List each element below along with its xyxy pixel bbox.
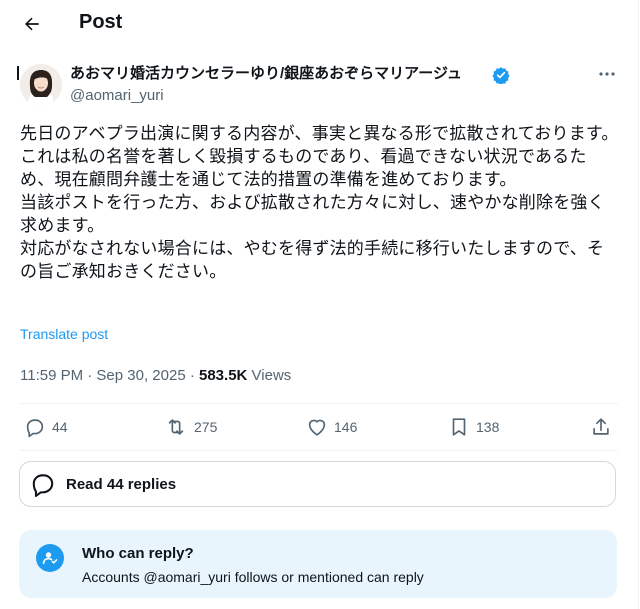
page-title: Post bbox=[79, 11, 123, 33]
who-can-reply-description: Accounts @aomari_yuri follows or mention… bbox=[82, 569, 424, 585]
more-options-button[interactable] bbox=[592, 64, 622, 84]
heart-icon bbox=[308, 419, 326, 436]
share-button[interactable] bbox=[590, 414, 618, 440]
verified-badge-icon bbox=[492, 67, 510, 84]
translate-post-link[interactable]: Translate post bbox=[20, 326, 108, 342]
repost-count: 275 bbox=[194, 419, 218, 435]
repost-icon bbox=[168, 419, 184, 435]
post-metadata: 11:59 PM · Sep 30, 2025 · 583.5K Views bbox=[20, 366, 291, 386]
who-can-reply-title: Who can reply? bbox=[82, 545, 194, 562]
post-timestamp[interactable]: 11:59 PM · Sep 30, 2025 · bbox=[20, 367, 199, 384]
divider bbox=[20, 450, 618, 451]
reply-bubble-icon bbox=[32, 474, 54, 497]
share-icon bbox=[593, 418, 609, 435]
author-display-name[interactable]: あおマリ婚活カウンセラーゆり/銀座あおぞらマリアージュ bbox=[70, 64, 462, 84]
action-bar: 44 275 146 138 bbox=[20, 404, 618, 450]
like-button[interactable]: 146 bbox=[306, 414, 357, 440]
arrow-left-icon bbox=[25, 17, 39, 31]
views-label: Views bbox=[247, 367, 292, 384]
bookmark-count: 138 bbox=[476, 419, 500, 435]
bookmark-icon bbox=[452, 418, 466, 436]
read-replies-label: Read 44 replies bbox=[66, 475, 177, 493]
post-detail-view: Post あおマリ婚活カウンセラーゆり/銀座あおぞらマリアージュ @aomari… bbox=[0, 0, 639, 609]
view-count: 583.5K bbox=[199, 367, 248, 384]
like-count: 146 bbox=[334, 419, 358, 435]
post-paragraph: 対応がなされない場合には、やむを得ず法的手続に移行いたしますので、その旨ご承知お… bbox=[20, 239, 605, 281]
cursor-caret bbox=[17, 66, 19, 80]
post-text: 先日のアベプラ出演に関する内容が、事実と異なる形で拡散されております。 これは私… bbox=[20, 122, 620, 283]
author-handle[interactable]: @aomari_yuri bbox=[70, 86, 164, 106]
back-button[interactable] bbox=[16, 8, 48, 40]
avatar[interactable] bbox=[20, 64, 62, 106]
bookmark-button[interactable]: 138 bbox=[448, 414, 499, 440]
reply-count: 44 bbox=[52, 419, 68, 435]
repost-button[interactable]: 275 bbox=[164, 414, 217, 440]
more-horizontal-icon bbox=[599, 72, 615, 76]
reply-icon bbox=[26, 419, 44, 438]
read-replies-button[interactable]: Read 44 replies bbox=[19, 461, 616, 507]
mention-user-icon bbox=[36, 544, 64, 572]
profile-photo-icon bbox=[20, 64, 62, 106]
post-paragraph: 先日のアベプラ出演に関する内容が、事実と異なる形で拡散されております。 bbox=[20, 124, 619, 143]
page-header: Post bbox=[0, 0, 638, 48]
post-paragraph: これは私の名誉を著しく毀損するものであり、看過できない状況であるため、現在顧問弁… bbox=[20, 147, 587, 189]
who-can-reply-card: Who can reply? Accounts @aomari_yuri fol… bbox=[19, 530, 617, 598]
post-paragraph: 当該ポストを行った方、および拡散された方々に対し、速やかな削除を強く求めます。 bbox=[20, 193, 605, 235]
reply-button[interactable]: 44 bbox=[24, 414, 68, 440]
